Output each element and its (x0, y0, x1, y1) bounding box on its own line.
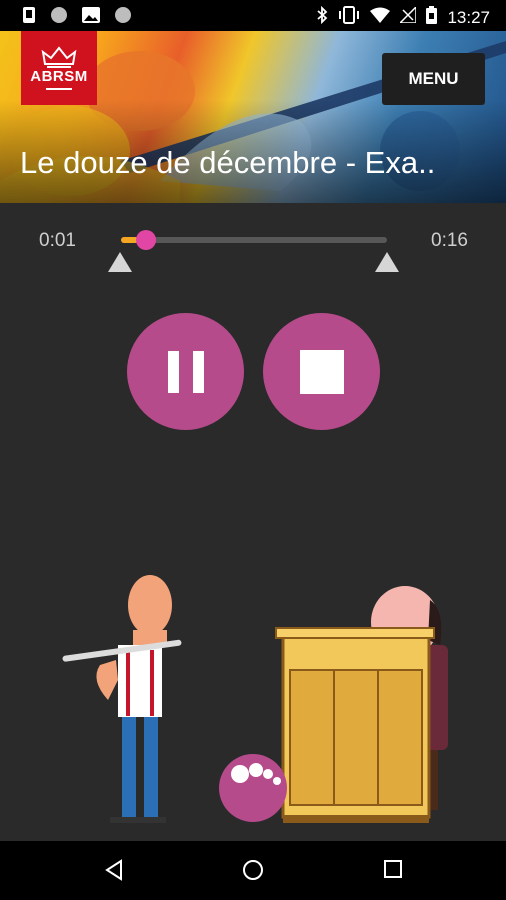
flute-player-illustration (62, 575, 182, 823)
bluetooth-icon (316, 5, 328, 29)
pause-button[interactable] (127, 313, 244, 430)
abrsm-logo[interactable]: ABRSM (21, 31, 97, 105)
navigation-bar (0, 841, 506, 900)
vibrate-icon (338, 6, 360, 29)
notification-phone-icon (22, 6, 36, 29)
no-signal-icon (398, 5, 418, 28)
wifi-icon (370, 7, 391, 28)
pink-ball-illustration (219, 754, 287, 822)
image-icon (82, 7, 100, 28)
back-icon[interactable] (103, 859, 125, 881)
loop-end-marker[interactable] (375, 252, 399, 272)
total-time: 0:16 (431, 230, 468, 251)
status-left-icons (22, 6, 132, 29)
menu-button[interactable]: MENU (382, 53, 485, 105)
battery-icon (426, 6, 438, 29)
logo-text: ABRSM (30, 68, 88, 85)
crown-icon (41, 46, 77, 68)
elapsed-time: 0:01 (39, 230, 76, 251)
stop-button[interactable] (263, 313, 380, 430)
track-title: Le douze de décembre - Exa.. (20, 145, 436, 180)
status-bar: 13:27 (0, 0, 506, 31)
logo-underline (46, 88, 72, 90)
seek-bar[interactable] (121, 237, 387, 243)
circle-dot-icon (114, 6, 132, 29)
musicians-illustration (62, 575, 448, 823)
pause-icon (167, 350, 204, 393)
status-time: 13:27 (447, 7, 490, 27)
home-icon[interactable] (242, 859, 264, 881)
status-right-icons: 13:27 (316, 5, 490, 29)
stop-icon (299, 349, 344, 394)
circle-dot-icon (50, 6, 68, 29)
header-banner: ABRSM MENU Le douze de décembre - Exa.. (0, 31, 506, 203)
loop-start-marker[interactable] (108, 252, 132, 272)
recents-icon[interactable] (383, 859, 403, 879)
seek-thumb[interactable] (136, 230, 156, 250)
piano-illustration (275, 627, 435, 823)
